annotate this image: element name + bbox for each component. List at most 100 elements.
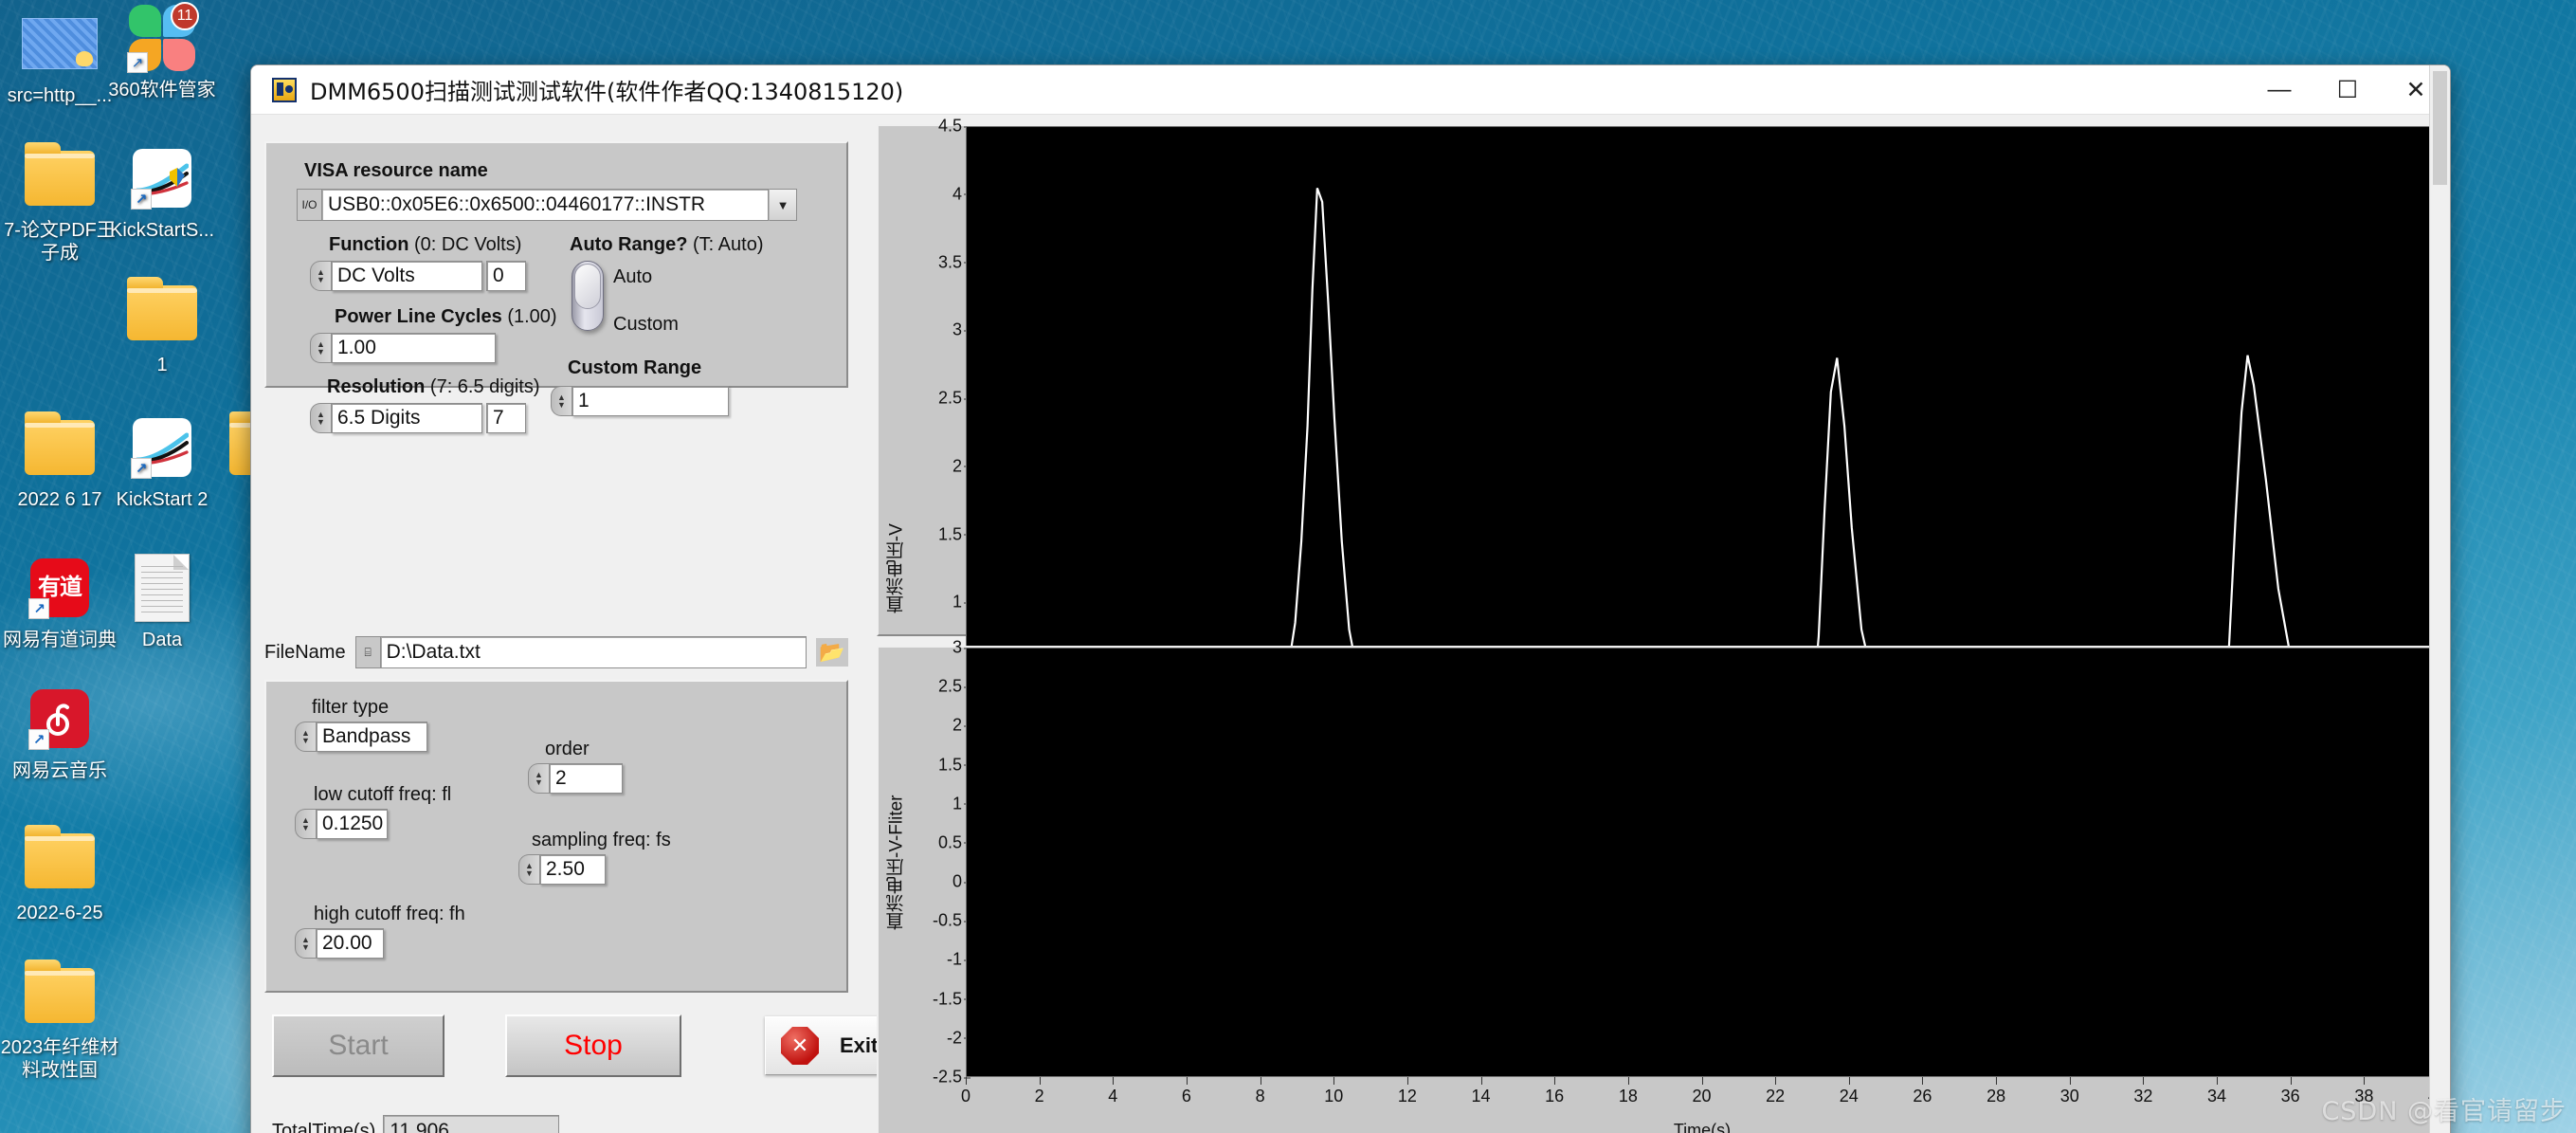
low-cutoff-control[interactable]: ▲ ▼ 0.1250	[295, 809, 388, 839]
function-value[interactable]: DC Volts	[331, 261, 482, 291]
x-axis-tick: 24	[1839, 1077, 1859, 1106]
high-cutoff-spinner[interactable]: ▲ ▼	[295, 928, 316, 959]
minimize-button[interactable]: —	[2245, 65, 2313, 115]
io-icon: I/O	[297, 189, 321, 221]
graphs-pane: 直流电压-V 4.543.532.521.510.50-0.5-1-1.5-2 …	[877, 117, 2450, 1133]
y-axis-tick: -2	[946, 1028, 971, 1048]
desktop-icon-label: Data	[141, 630, 183, 650]
folder-open-icon[interactable]: 📂	[816, 638, 848, 667]
window-title-bar[interactable]: DMM6500扫描测试测试软件(软件作者QQ:1340815120) — ☐ ✕	[251, 65, 2450, 115]
360-software-manager-icon: ↗ 11	[127, 2, 199, 73]
labview-vi-icon	[272, 77, 297, 102]
plc-value[interactable]: 1.00	[331, 333, 496, 363]
filename-control[interactable]: ⌸ D:\Data.txt	[354, 636, 807, 668]
x-axis-tick: 30	[2059, 1077, 2079, 1106]
desktop-icon-11[interactable]: 2022-6-25	[0, 823, 119, 925]
desktop-icon-12[interactable]: 2023年纤维材料改性国	[0, 958, 119, 1082]
x-axis-tick: 0	[960, 1077, 971, 1106]
high-cutoff-value[interactable]: 20.00	[316, 928, 384, 959]
function-control[interactable]: ▲ ▼ DC Volts 0	[310, 261, 526, 291]
x-axis-tick: 38	[2354, 1077, 2374, 1106]
y-axis-tick: 1	[952, 794, 971, 813]
x-axis-tick: 26	[1913, 1077, 1932, 1106]
y-axis-tick: -1	[946, 949, 971, 969]
desktop-icon-10[interactable]: ↗ 网易云音乐	[0, 681, 119, 783]
toggle-switch[interactable]	[571, 261, 604, 331]
order-spinner[interactable]: ▲ ▼	[528, 763, 549, 794]
plc-spinner[interactable]: ▲ ▼	[310, 333, 331, 363]
function-spinner[interactable]: ▲ ▼	[310, 261, 331, 291]
y-axis-tick: 4.5	[937, 116, 971, 136]
sampling-freq-control[interactable]: ▲ ▼ 2.50	[518, 854, 606, 885]
toggle-knob[interactable]	[574, 264, 601, 309]
window-vertical-scrollbar[interactable]	[2429, 65, 2450, 1133]
scrollbar-thumb[interactable]	[2433, 71, 2447, 185]
x-axis-tick: 10	[1324, 1077, 1344, 1106]
power-line-cycles-control[interactable]: ▲ ▼ 1.00	[310, 333, 496, 363]
filtered-chart-canvas	[966, 648, 2439, 1077]
function-label: Function (0: DC Volts)	[329, 234, 522, 255]
custom-range-value[interactable]: 1	[571, 386, 729, 416]
kickstart-icon: ↗	[131, 418, 191, 479]
visa-resource-value[interactable]: USB0::0x05E6::0x6500::04460177::INSTR	[321, 189, 769, 221]
x-axis-tick: 22	[1766, 1077, 1786, 1106]
desktop-icon-4[interactable]: 1	[102, 275, 222, 377]
custom-range-label: Custom Range	[568, 357, 702, 378]
filter-type-control[interactable]: ▲ ▼ Bandpass	[295, 722, 427, 752]
stop-button[interactable]: Stop	[505, 1014, 681, 1077]
youdao-dictionary-icon: 有道 ↗	[28, 558, 89, 619]
maximize-button[interactable]: ☐	[2313, 65, 2382, 115]
filter-type-spinner[interactable]: ▲ ▼	[295, 722, 316, 752]
filtered-chart-x-axis: 0246810121416182022242628303234363840	[961, 1077, 2447, 1121]
chevron-down-icon[interactable]: ▼	[769, 189, 797, 221]
x-axis-tick: 4	[1108, 1077, 1118, 1106]
y-axis-tick: -1.5	[932, 989, 971, 1009]
desktop-icon-3[interactable]: ↗ KickStartS...	[102, 140, 222, 243]
filter-type-value[interactable]: Bandpass	[316, 722, 427, 752]
y-axis-tick: 0	[952, 871, 971, 891]
desktop-icon-9[interactable]: Data	[102, 550, 222, 652]
filtered-chart-x-label: Time(s)	[1673, 1121, 1732, 1133]
raw-voltage-chart: 直流电压-V 4.543.532.521.510.50-0.5-1-1.5-2 …	[877, 117, 2447, 1039]
folder-icon	[25, 825, 95, 888]
order-value[interactable]: 2	[549, 763, 623, 794]
custom-range-control[interactable]: ▲ ▼ 1	[551, 386, 729, 416]
desktop-icon-1[interactable]: ↗ 11 360软件管家	[102, 0, 222, 102]
totaltime-label: TotalTime(s)	[272, 1120, 376, 1133]
filename-value[interactable]: D:\Data.txt	[379, 636, 807, 668]
resolution-spinner[interactable]: ▲ ▼	[310, 403, 331, 433]
desktop-icon-label: 网易云音乐	[12, 760, 107, 781]
resolution-control[interactable]: ▲ ▼ 6.5 Digits 7	[310, 403, 526, 433]
order-control[interactable]: ▲ ▼ 2	[528, 763, 623, 794]
low-cutoff-value[interactable]: 0.1250	[316, 809, 388, 839]
configuration-pane: VISA resource name I/O USB0::0x05E6::0x6…	[251, 119, 939, 1133]
x-axis-tick: 36	[2280, 1077, 2300, 1106]
start-button[interactable]: Start	[272, 1014, 444, 1077]
order-label: order	[545, 739, 590, 759]
resolution-label: Resolution (7: 6.5 digits)	[327, 376, 540, 397]
desktop-icon-label: 2022-6-25	[16, 903, 103, 923]
low-cutoff-spinner[interactable]: ▲ ▼	[295, 809, 316, 839]
y-axis-tick: 2.5	[937, 388, 971, 408]
desktop-icon-label: 2023年纤维材料改性国	[0, 1037, 119, 1081]
custom-range-spinner[interactable]: ▲ ▼	[551, 386, 571, 416]
window-controls: — ☐ ✕	[2245, 65, 2450, 115]
shortcut-arrow-icon: ↗	[131, 458, 152, 479]
high-cutoff-label: high cutoff freq: fh	[314, 904, 465, 924]
netease-music-icon: ↗	[28, 689, 89, 750]
resolution-code: 7	[486, 403, 526, 433]
y-axis-tick: 3	[952, 637, 971, 657]
function-code: 0	[486, 261, 526, 291]
x-axis-tick: 2	[1034, 1077, 1044, 1106]
high-cutoff-control[interactable]: ▲ ▼ 20.00	[295, 928, 384, 959]
auto-range-toggle[interactable]	[571, 261, 604, 331]
resolution-value[interactable]: 6.5 Digits	[331, 403, 482, 433]
x-axis-tick: 28	[1986, 1077, 2006, 1106]
shortcut-arrow-icon: ↗	[127, 52, 148, 73]
shortcut-arrow-icon: ↗	[28, 729, 49, 750]
sampling-freq-value[interactable]: 2.50	[539, 854, 606, 885]
sampling-freq-spinner[interactable]: ▲ ▼	[518, 854, 539, 885]
y-axis-tick: 1.5	[937, 524, 971, 544]
visa-resource-combo[interactable]: I/O USB0::0x05E6::0x6500::04460177::INST…	[297, 189, 797, 221]
filtered-chart-y-axis: 3 2.5 2 1.5 1 0.5 0 -0.5 -1 -1.5 -2 -2.5	[909, 638, 971, 1087]
